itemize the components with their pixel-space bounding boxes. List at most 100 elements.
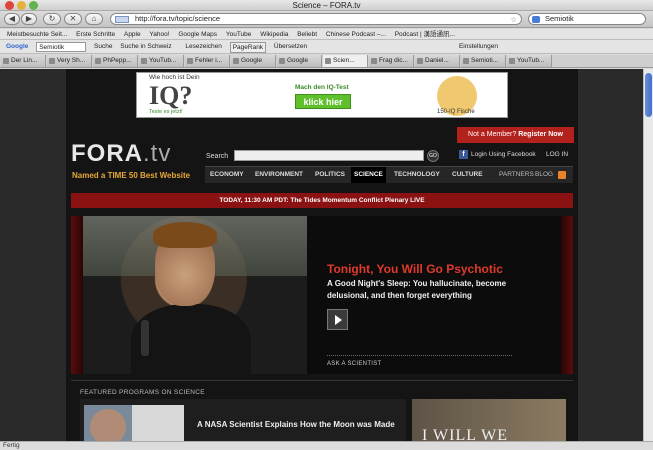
fora-page: Wie hoch ist Dein IQ? Teste es jetzt! Ma…	[66, 69, 578, 441]
forward-button[interactable]: ▶	[21, 13, 37, 25]
hero-category[interactable]: ASK A SCIENTIST	[327, 361, 382, 367]
fora-logo[interactable]: FORA.tv	[71, 140, 171, 168]
forward-arrow-icon: ▶	[25, 14, 33, 23]
google-toolbar-translate[interactable]: Übersetzen	[274, 40, 307, 53]
zoom-window-button[interactable]	[29, 1, 38, 10]
reload-button[interactable]: ↻	[43, 13, 61, 25]
vertical-scrollbar[interactable]	[643, 69, 653, 441]
login-link[interactable]: LOG IN	[546, 150, 568, 160]
site-favicon-icon	[115, 16, 129, 23]
search-bar-text: Semiotik	[545, 14, 574, 23]
home-button[interactable]: ⌂	[85, 13, 103, 25]
browser-tab[interactable]: Very Sh...	[47, 55, 92, 67]
scrollbar-thumb[interactable]	[645, 73, 652, 117]
play-button[interactable]	[327, 309, 348, 330]
reload-icon: ↻	[48, 14, 56, 23]
nav-economy[interactable]: ECONOMY	[207, 167, 247, 183]
ad-iq-text: IQ?	[149, 81, 193, 110]
logo-text: FORA	[71, 140, 143, 167]
bookmark-item[interactable]: Meistbesuchte Seit...	[7, 29, 67, 39]
iq-ad-banner[interactable]: Wie hoch ist Dein IQ? Teste es jetzt! Ma…	[136, 72, 508, 118]
google-toolbar-settings[interactable]: Einstellungen	[459, 40, 498, 53]
window-title: Science – FORA.tv	[292, 1, 361, 10]
google-toolbar-bookmarks[interactable]: Lesezeichen	[185, 40, 222, 53]
bookmark-item[interactable]: Erste Schritte	[76, 29, 115, 39]
browser-tab[interactable]: PhPepp...	[93, 55, 138, 67]
program-thumbnail[interactable]	[84, 405, 184, 441]
register-link: Register Now	[518, 131, 563, 138]
facebook-login-label: Login Using Facebook	[471, 151, 536, 159]
live-alert-bar[interactable]: TODAY, 11:30 AM PDT: The Tides Momentum …	[71, 193, 573, 208]
minimize-window-button[interactable]	[17, 1, 26, 10]
browser-tab[interactable]: Fehler i...	[185, 55, 230, 67]
bookmark-item[interactable]: YouTube	[226, 29, 252, 39]
back-arrow-icon: ◀	[8, 14, 16, 23]
nav-environment[interactable]: ENVIRONMENT	[252, 167, 306, 183]
url-bar[interactable]: http://fora.tv/topic/science ☆	[110, 13, 522, 25]
browser-tab-active[interactable]: Scien...	[323, 55, 368, 67]
nav-technology[interactable]: TECHNOLOGY	[391, 167, 443, 183]
hero-left-edge	[71, 216, 83, 374]
search-go-button[interactable]: GO	[427, 150, 439, 162]
featured-program-card[interactable]: I WILL WE	[412, 399, 566, 441]
search-engine-icon[interactable]	[532, 16, 540, 23]
home-icon: ⌂	[91, 14, 97, 23]
hero-video-thumbnail[interactable]	[83, 216, 307, 374]
program-thumbnail-text: I WILL WE	[422, 427, 509, 441]
rss-icon[interactable]	[558, 171, 566, 179]
bookmark-item[interactable]: Podcast | 漢語通訊...	[395, 29, 455, 39]
bookmark-item[interactable]: Google Maps	[178, 29, 217, 39]
bookmark-item[interactable]: Yahoo!	[149, 29, 169, 39]
bookmark-item[interactable]: Beliebt	[297, 29, 317, 39]
search-label: Search	[206, 153, 229, 160]
nav-culture[interactable]: CULTURE	[449, 167, 486, 183]
window-titlebar: Science – FORA.tv	[0, 0, 653, 11]
google-toolbar-logo: Google	[6, 43, 29, 50]
back-button[interactable]: ◀	[4, 13, 20, 25]
featured-heading: FEATURED PROGRAMS ON SCIENCE	[80, 389, 205, 396]
program-title[interactable]: A NASA Scientist Explains How the Moon w…	[197, 419, 397, 431]
nav-blog[interactable]: BLOG	[532, 167, 556, 183]
main-nav: ECONOMY ENVIRONMENT POLITICS SCIENCE TEC…	[205, 166, 573, 183]
navigation-toolbar: ◀ ▶ ↻ ✕ ⌂ http://fora.tv/topic/science ☆…	[0, 11, 653, 28]
browser-tab[interactable]: Frag dic...	[369, 55, 414, 67]
nav-partners[interactable]: PARTNERS	[496, 167, 537, 183]
search-bar[interactable]: Semiotik	[528, 13, 646, 25]
facebook-login-link[interactable]: f Login Using Facebook	[459, 150, 536, 160]
browser-tab[interactable]: YouTub...	[139, 55, 184, 67]
hero-title[interactable]: Tonight, You Will Go Psychotic	[327, 262, 503, 276]
google-toolbar-region-search[interactable]: Suche in Schweiz	[120, 40, 171, 53]
nav-science[interactable]: SCIENCE	[351, 167, 386, 183]
hero-right-edge	[561, 216, 573, 374]
ad-test-link[interactable]: Teste es jetzt!	[149, 109, 183, 115]
register-button[interactable]: Not a Member? Register Now	[457, 127, 574, 143]
member-prompt: Not a Member?	[468, 131, 517, 138]
featured-divider	[71, 380, 573, 381]
hero-feature: Tonight, You Will Go Psychotic A Good Ni…	[71, 216, 573, 374]
site-tagline: Named a TIME 50 Best Website	[72, 171, 191, 180]
site-search-input[interactable]	[234, 150, 424, 161]
stop-button[interactable]: ✕	[64, 13, 82, 25]
close-window-button[interactable]	[5, 1, 14, 10]
google-toolbar-search-input[interactable]: Semiotik	[36, 42, 87, 52]
hero-description: A Good Night's Sleep: You hallucinate, b…	[327, 279, 507, 300]
browser-tab[interactable]: Der Lin...	[1, 55, 46, 67]
google-toolbar-search-button[interactable]: Suche	[94, 40, 112, 53]
bookmark-star-icon[interactable]: ☆	[510, 15, 517, 25]
bookmark-item[interactable]: Wikipedia	[260, 29, 288, 39]
browser-tab[interactable]: YouTub...	[507, 55, 552, 67]
tab-strip: Der Lin... Very Sh... PhPepp... YouTub... Fe…	[0, 55, 653, 68]
browser-tab[interactable]: Semioti...	[461, 55, 506, 67]
bookmark-item[interactable]: Chinese Podcast –...	[326, 29, 386, 39]
browser-tab[interactable]: Google	[231, 55, 276, 67]
bookmarks-toolbar: Meistbesuchte Seit... Erste Schritte App…	[0, 29, 653, 40]
nav-politics[interactable]: POLITICS	[312, 167, 348, 183]
browser-tab[interactable]: Google	[277, 55, 322, 67]
microphone-icon	[141, 320, 149, 356]
status-bar: Fertig	[0, 441, 653, 450]
bookmark-item[interactable]: Apple	[124, 29, 141, 39]
featured-program-card[interactable]: A NASA Scientist Explains How the Moon w…	[80, 399, 406, 441]
ad-click-button[interactable]: klick hier	[295, 94, 351, 109]
browser-tab[interactable]: Daniel...	[415, 55, 460, 67]
hero-divider	[327, 355, 512, 356]
